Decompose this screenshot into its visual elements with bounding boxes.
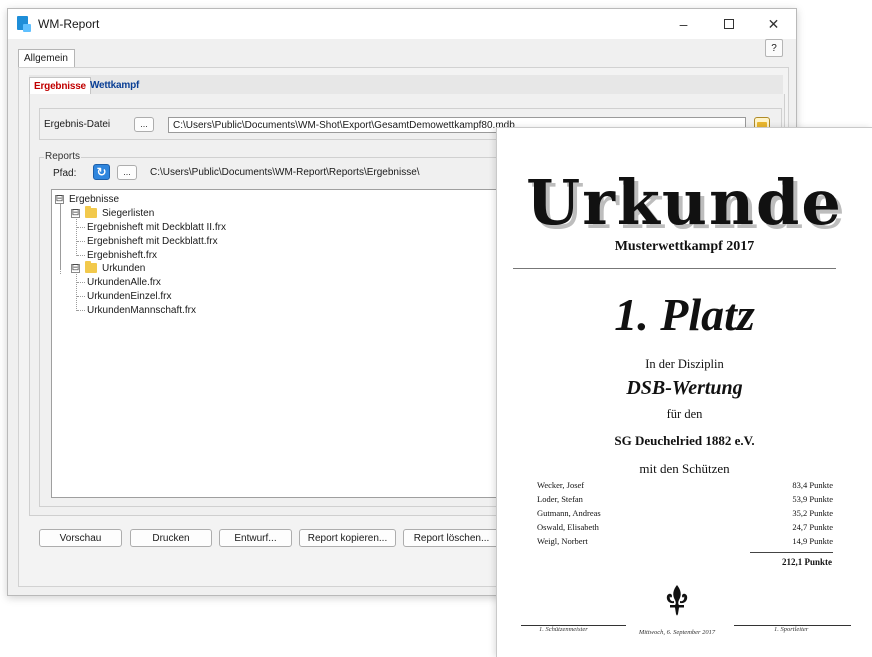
certificate-with: mit den Schützen — [639, 461, 730, 476]
folder-icon — [85, 261, 97, 273]
total-divider — [750, 552, 833, 553]
tree-item[interactable]: Ergebnisheft.frx — [87, 248, 157, 262]
refresh-icon: ↻ — [96, 165, 107, 179]
preview-button[interactable]: Vorschau — [39, 529, 122, 547]
certificate-total: 212,1 Punkte — [781, 557, 832, 567]
collapse-icon[interactable]: ⊟ — [55, 194, 64, 204]
shooter-row: Oswald, Elisabeth 24,7 Punkte — [537, 522, 833, 532]
certificate-preview: Urkunde Musterwettkampf 2017 1. Platz In… — [496, 127, 872, 657]
tree-item[interactable]: UrkundenAlle.frx — [87, 275, 161, 289]
tree-item[interactable]: Ergebnisheft mit Deckblatt II.frx — [87, 220, 226, 234]
certificate-for: für den — [666, 407, 703, 421]
collapse-icon[interactable]: ⊟ — [71, 263, 80, 273]
tree-node-ergebnisse[interactable]: ⊟ Ergebnisse — [55, 192, 119, 206]
reports-group-title: Reports — [44, 151, 82, 162]
tree-node-urkunden[interactable]: ⊟ Urkunden — [71, 261, 145, 275]
certificate-discipline-intro: In der Disziplin — [645, 357, 724, 371]
minimize-button[interactable]: – — [661, 9, 706, 39]
reports-path-text: C:\Users\Public\Documents\WM-Report\Repo… — [150, 167, 420, 178]
certificate-event: Musterwettkampf 2017 — [614, 239, 755, 254]
window-title: WM-Report — [38, 17, 100, 31]
maximize-icon — [723, 19, 734, 29]
tree-item[interactable]: UrkundenEinzel.frx — [87, 289, 171, 303]
tab-ergebnisse[interactable]: Ergebnisse — [29, 77, 91, 95]
result-file-browse-button[interactable]: ... — [134, 117, 154, 132]
shooter-row: Loder, Stefan 53,9 Punkte — [537, 494, 833, 504]
signature-label-right: 1. Sportleiter — [774, 626, 809, 633]
delete-report-button[interactable]: Report löschen... — [403, 529, 500, 547]
certificate-discipline: DSB-Wertung — [626, 377, 743, 399]
tree-item[interactable]: UrkundenMannschaft.frx — [87, 303, 196, 317]
copy-report-button[interactable]: Report kopieren... — [299, 529, 396, 547]
refresh-button[interactable]: ↻ — [93, 164, 110, 180]
inner-tab-strip: Ergebnisse Wettkampf — [29, 75, 783, 95]
reports-browse-button[interactable]: ... — [117, 165, 137, 180]
maximize-button[interactable] — [706, 9, 751, 39]
signature-label-left: 1. Schützenmeister — [539, 626, 588, 633]
certificate-date: Mittwoch, 6. September 2017 — [638, 629, 716, 636]
help-button[interactable]: ? — [765, 39, 783, 57]
shooter-row: Gutmann, Andreas 35,2 Punkte — [537, 508, 833, 518]
reports-path-label: Pfad: — [53, 168, 77, 179]
folder-icon — [85, 206, 97, 218]
shooter-row: Wecker, Josef 83,4 Punkte — [537, 480, 833, 490]
close-button[interactable]: ✕ — [751, 9, 796, 39]
tree-node-label: Ergebnisse — [69, 193, 120, 205]
title-bar[interactable]: WM-Report – ✕ — [8, 9, 796, 39]
tree-node-siegerlisten[interactable]: ⊟ Siegerlisten — [71, 206, 154, 220]
app-icon — [17, 16, 31, 32]
fleur-de-lis-icon — [666, 585, 688, 616]
report-tree[interactable]: ⊟ Ergebnisse ⊟ Siegerlisten Ergebnisheft… — [51, 189, 502, 498]
certificate-place: 1. Platz — [614, 289, 755, 340]
tab-wettkampf[interactable]: Wettkampf — [86, 77, 143, 95]
shooter-row: Weigl, Norbert 14,9 Punkte — [537, 536, 833, 546]
certificate-club: SG Deuchelried 1882 e.V. — [614, 433, 755, 448]
tree-node-label: Urkunden — [102, 262, 146, 274]
result-file-label: Ergebnis-Datei — [44, 119, 111, 130]
certificate-divider — [513, 268, 836, 269]
collapse-icon[interactable]: ⊟ — [71, 208, 80, 218]
tab-allgemein[interactable]: Allgemein — [18, 49, 75, 68]
certificate-title: Urkunde — [526, 166, 843, 239]
draft-button[interactable]: Entwurf... — [219, 529, 292, 547]
print-button[interactable]: Drucken — [130, 529, 212, 547]
tree-item[interactable]: Ergebnisheft mit Deckblatt.frx — [87, 234, 218, 248]
tree-node-label: Siegerlisten — [102, 207, 155, 219]
